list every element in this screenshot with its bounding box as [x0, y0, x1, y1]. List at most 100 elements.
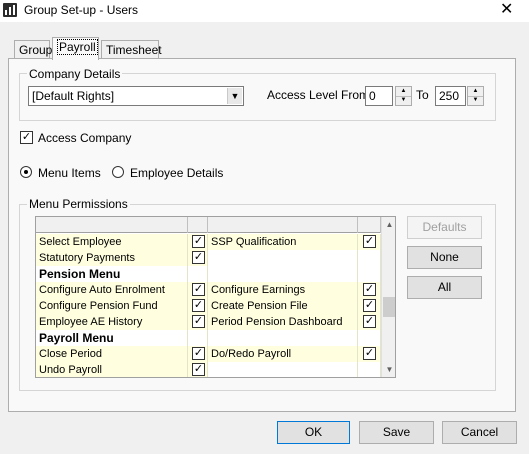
- empty-cell: [188, 330, 208, 346]
- section-row: Payroll Menu: [36, 330, 381, 346]
- spin-down-icon[interactable]: ▼: [468, 96, 483, 105]
- section-header: Pension Menu: [36, 266, 188, 282]
- menu-items-label: Menu Items: [38, 166, 101, 180]
- permission-check-cell: ✓: [358, 298, 381, 314]
- permission-check-cell: [358, 250, 381, 266]
- permission-label: Configure Auto Enrolment: [36, 282, 188, 298]
- scroll-up-icon[interactable]: ▲: [382, 217, 395, 232]
- permission-label: SSP Qualification: [208, 234, 358, 250]
- permission-check-cell: ✓: [188, 362, 208, 377]
- permission-label: Do/Redo Payroll: [208, 346, 358, 362]
- permission-label: Select Employee: [36, 234, 188, 250]
- table-row: Statutory Payments ✓: [36, 250, 381, 266]
- permission-label: Configure Earnings: [208, 282, 358, 298]
- access-company-checkbox[interactable]: ✓: [20, 131, 33, 144]
- access-company-label: Access Company: [38, 131, 132, 145]
- tab-timesheet-label: Timesheet: [106, 43, 162, 57]
- permission-checkbox[interactable]: ✓: [192, 251, 205, 264]
- access-level-to-spinner[interactable]: ▲ ▼: [467, 86, 484, 106]
- permission-check-cell: ✓: [358, 282, 381, 298]
- permission-checkbox[interactable]: ✓: [192, 283, 205, 296]
- empty-cell: [208, 330, 358, 346]
- header-cell: [358, 217, 381, 233]
- permission-label: Configure Pension Fund: [36, 298, 188, 314]
- tab-payroll-label: Payroll: [57, 39, 98, 55]
- permission-checkbox[interactable]: ✓: [363, 299, 376, 312]
- close-icon[interactable]: ✕: [500, 1, 513, 19]
- permission-label: Close Period: [36, 346, 188, 362]
- employee-details-radio[interactable]: [112, 166, 124, 178]
- access-level-from-spinner[interactable]: ▲ ▼: [395, 86, 412, 106]
- table-row: Select Employee ✓ SSP Qualification ✓: [36, 234, 381, 250]
- permission-check-cell: ✓: [188, 298, 208, 314]
- title-bar: Group Set-up - Users ✕: [0, 0, 529, 22]
- scroll-down-icon[interactable]: ▼: [382, 362, 395, 377]
- table-row: Configure Pension Fund ✓ Create Pension Fi…: [36, 298, 381, 314]
- table-row: Close Period ✓ Do/Redo Payroll ✓: [36, 346, 381, 362]
- scroll-thumb[interactable]: [383, 297, 395, 317]
- access-level-to-input[interactable]: 250: [435, 86, 466, 106]
- chevron-down-icon[interactable]: ▼: [227, 88, 242, 104]
- permission-label: Statutory Payments: [36, 250, 188, 266]
- defaults-button[interactable]: Defaults: [407, 216, 482, 239]
- save-button[interactable]: Save: [359, 421, 434, 444]
- permission-check-cell: ✓: [188, 314, 208, 330]
- permissions-grid[interactable]: Select Employee ✓ SSP Qualification ✓ Statut…: [35, 216, 396, 378]
- none-button[interactable]: None: [407, 246, 482, 269]
- permission-check-cell: ✓: [358, 234, 381, 250]
- cancel-button[interactable]: Cancel: [442, 421, 517, 444]
- defaults-button-label: Defaults: [422, 220, 467, 234]
- rights-dropdown-value: [Default Rights]: [32, 89, 115, 103]
- permission-label: [208, 250, 358, 266]
- header-cell: [36, 217, 188, 233]
- permission-check-cell: ✓: [188, 234, 208, 250]
- grid-header: [36, 217, 381, 233]
- ok-button-label: OK: [304, 425, 323, 439]
- permission-checkbox[interactable]: ✓: [192, 315, 205, 328]
- table-row: Configure Auto Enrolment ✓ Configure Earni…: [36, 282, 381, 298]
- permission-check-cell: ✓: [188, 346, 208, 362]
- permission-label: Undo Payroll: [36, 362, 188, 377]
- menu-permissions-label: Menu Permissions: [27, 197, 130, 211]
- spin-down-icon[interactable]: ▼: [396, 96, 411, 105]
- window-title: Group Set-up - Users: [24, 3, 139, 17]
- permission-checkbox[interactable]: ✓: [192, 347, 205, 360]
- cancel-button-label: Cancel: [460, 425, 499, 439]
- header-cell: [208, 217, 358, 233]
- permission-checkbox[interactable]: ✓: [192, 363, 205, 376]
- company-details-label: Company Details: [27, 67, 123, 81]
- permission-checkbox[interactable]: ✓: [363, 347, 376, 360]
- table-row: Employee AE History ✓ Period Pension Dashb…: [36, 314, 381, 330]
- empty-cell: [358, 330, 381, 346]
- section-header: Payroll Menu: [36, 330, 188, 346]
- tab-timesheet[interactable]: Timesheet: [101, 40, 162, 59]
- tab-group-label: Group: [19, 43, 53, 57]
- menu-items-radio[interactable]: [20, 166, 32, 178]
- save-button-label: Save: [382, 425, 411, 439]
- empty-cell: [358, 266, 381, 282]
- tab-group[interactable]: Group: [14, 40, 53, 59]
- permission-label: Period Pension Dashboard: [208, 314, 358, 330]
- permission-label: [208, 362, 358, 377]
- permission-checkbox[interactable]: ✓: [363, 235, 376, 248]
- permission-checkbox[interactable]: ✓: [363, 315, 376, 328]
- rights-dropdown[interactable]: [Default Rights] ▼: [28, 86, 244, 106]
- tab-payroll[interactable]: Payroll: [52, 37, 99, 60]
- permission-checkbox[interactable]: ✓: [363, 283, 376, 296]
- empty-cell: [208, 266, 358, 282]
- vertical-scrollbar[interactable]: ▲ ▼: [381, 217, 395, 377]
- permission-label: Create Pension File: [208, 298, 358, 314]
- access-level-from-label: Access Level From: [267, 88, 370, 102]
- access-level-from-input[interactable]: 0: [365, 86, 393, 106]
- ok-button[interactable]: OK: [277, 421, 350, 444]
- permission-check-cell: [358, 362, 381, 377]
- permission-label: Employee AE History: [36, 314, 188, 330]
- all-button-label: All: [437, 280, 452, 294]
- permission-checkbox[interactable]: ✓: [192, 299, 205, 312]
- permission-checkbox[interactable]: ✓: [192, 235, 205, 248]
- empty-cell: [188, 266, 208, 282]
- permission-check-cell: ✓: [188, 282, 208, 298]
- all-button[interactable]: All: [407, 276, 482, 299]
- section-row: Pension Menu: [36, 266, 381, 282]
- app-icon: [3, 3, 17, 17]
